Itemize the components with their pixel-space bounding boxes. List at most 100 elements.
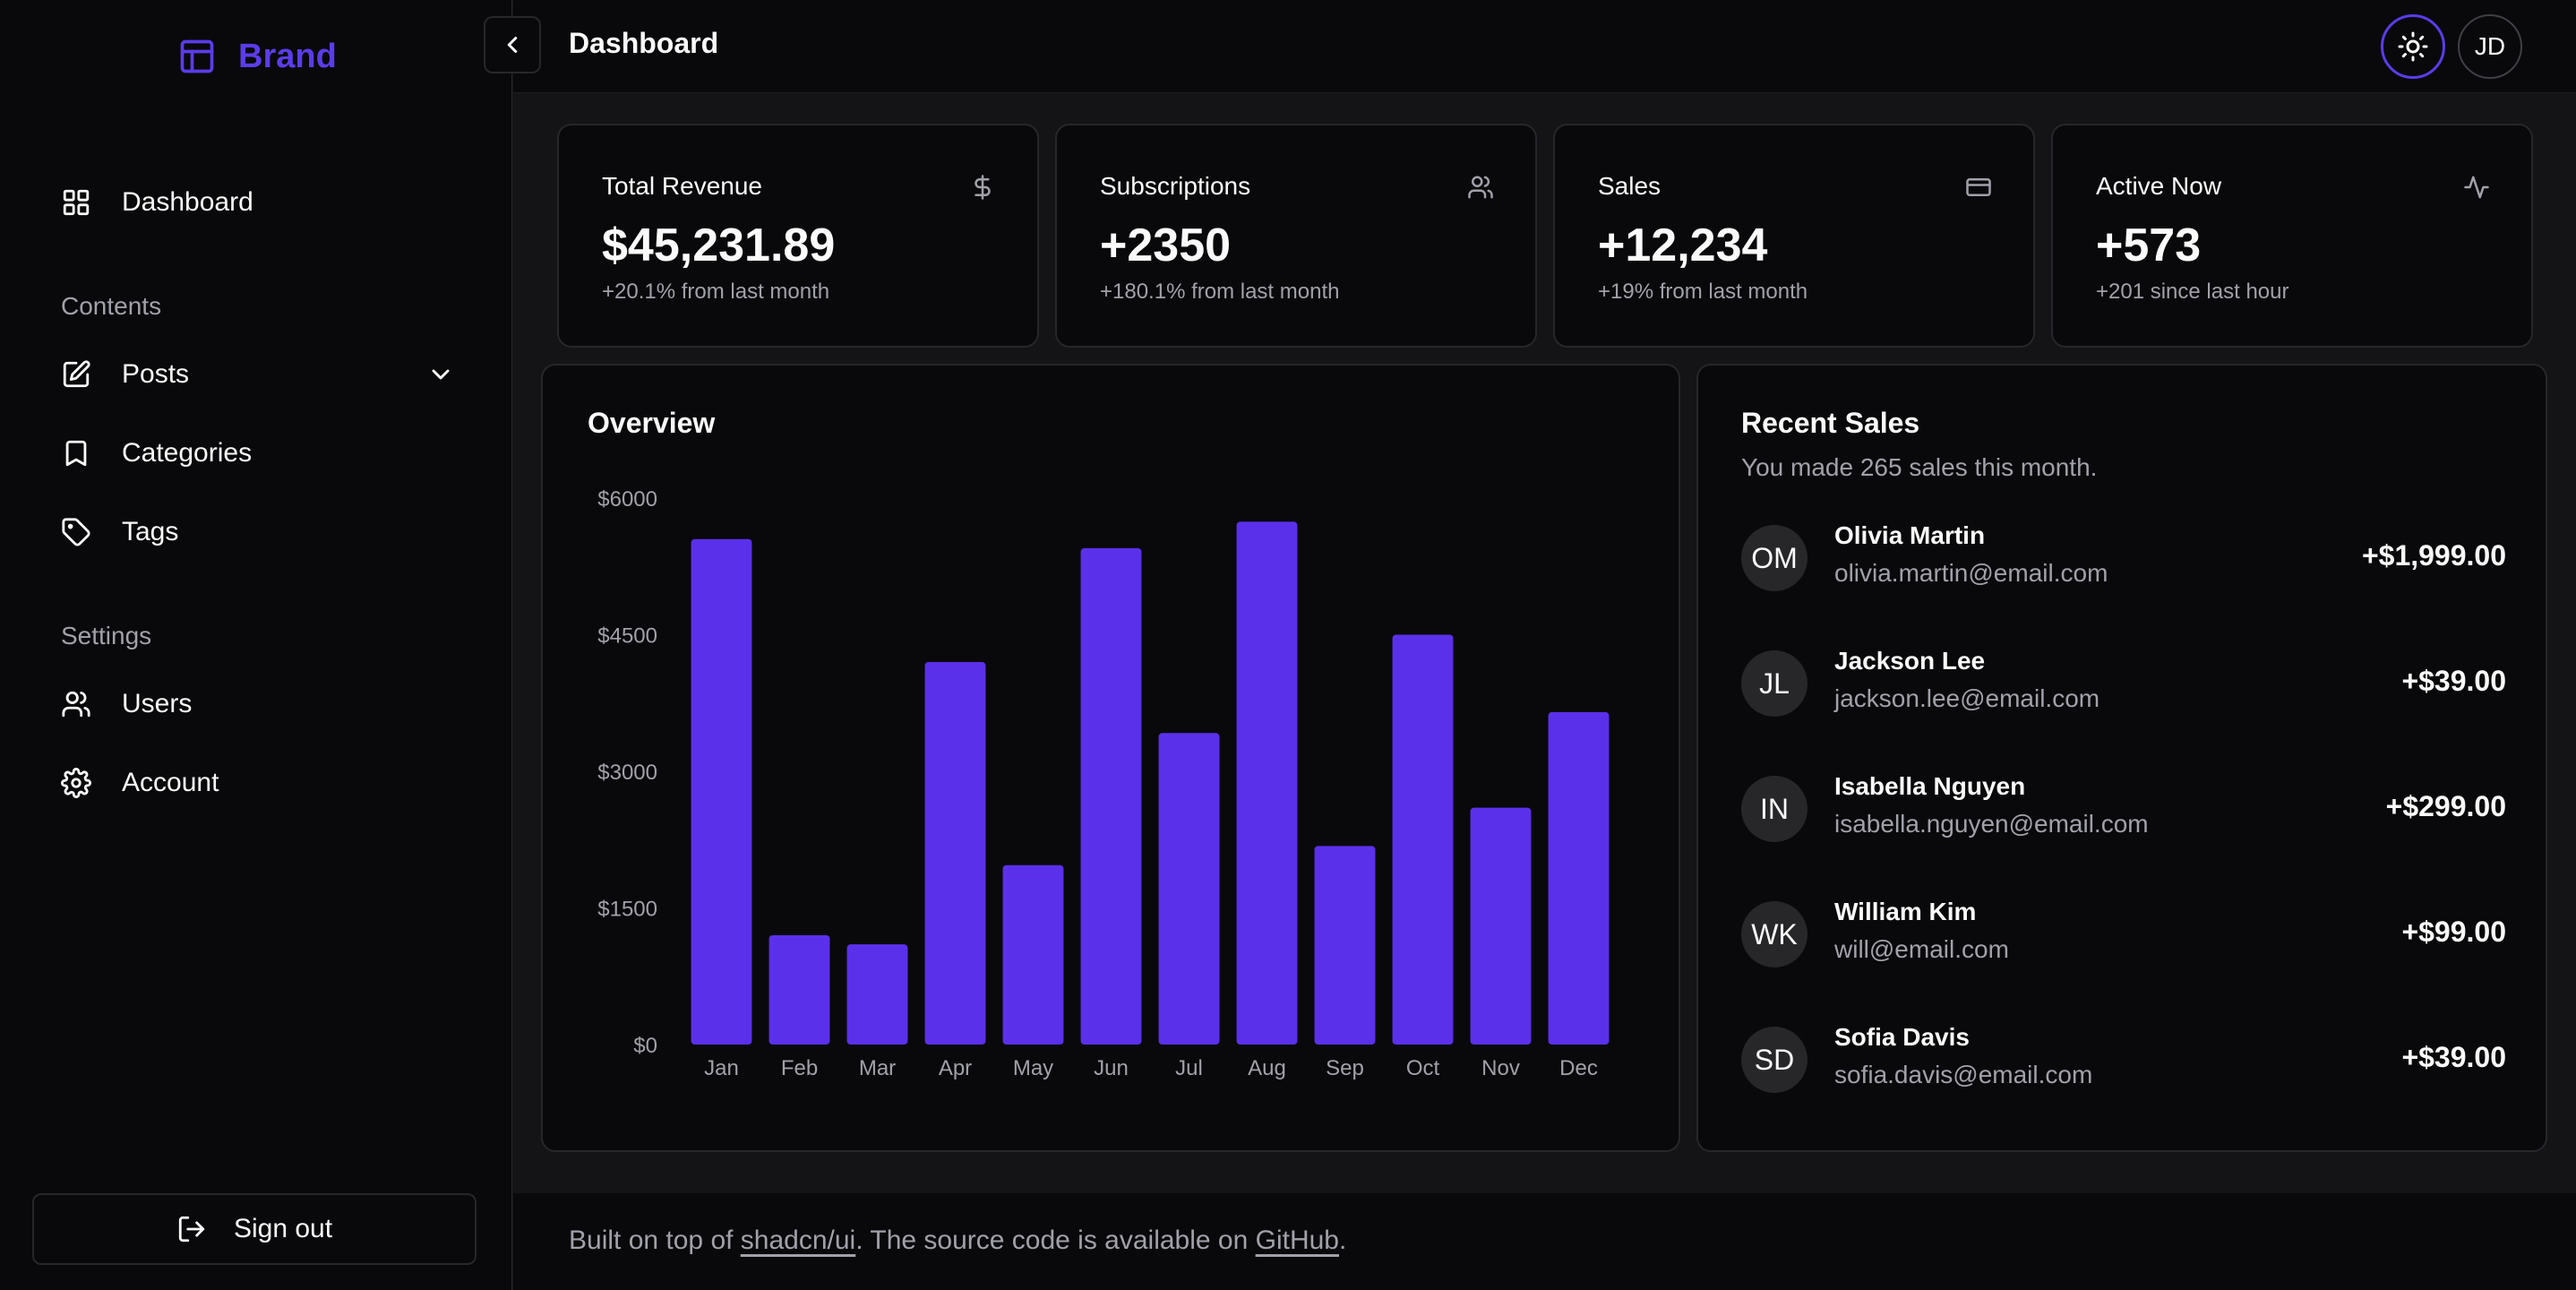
overview-bar-chart: $0 $1500 $3000 $4500 $6000 Jan Feb Mar Apr May Jun… bbox=[597, 487, 1610, 1080]
sale-row[interactable]: SD Sofia Davis sofia.davis@email.com +$3… bbox=[1741, 1023, 2506, 1098]
footer-text-after: . bbox=[1339, 1226, 1347, 1255]
bar-jul[interactable] bbox=[1158, 733, 1220, 1045]
sale-row[interactable]: JL Jackson Lee jackson.lee@email.com +$3… bbox=[1741, 647, 2506, 722]
bar-dec[interactable] bbox=[1548, 711, 1610, 1045]
stat-card-active-now: Active Now +573 +201 since last hour bbox=[2051, 124, 2533, 348]
x-tick-label: Jul bbox=[1175, 1056, 1203, 1080]
sidebar-item-posts[interactable]: Posts bbox=[61, 348, 455, 401]
stat-change: +19% from last month bbox=[1598, 280, 1808, 304]
customer-name: Isabella Nguyen bbox=[1834, 772, 2026, 800]
dollar-icon bbox=[969, 174, 996, 201]
sidebar-item-label: Posts bbox=[122, 359, 190, 389]
sidebar-item-users[interactable]: Users bbox=[61, 677, 455, 731]
stat-card-subscriptions: Subscriptions +2350 +180.1% from last mo… bbox=[1055, 124, 1537, 348]
top-header: Dashboard JD bbox=[484, 0, 2576, 93]
section-heading-settings: Settings bbox=[61, 622, 152, 649]
layout-icon bbox=[177, 37, 217, 76]
stat-title: Total Revenue bbox=[602, 172, 763, 200]
footer-text-before: Built on top of bbox=[569, 1226, 741, 1255]
sidebar-item-label: Tags bbox=[122, 517, 179, 546]
bar-jan[interactable] bbox=[691, 538, 752, 1045]
stat-title: Active Now bbox=[2096, 172, 2222, 200]
user-avatar-button[interactable]: JD bbox=[2458, 14, 2522, 79]
bar-jun[interactable] bbox=[1080, 547, 1142, 1045]
y-tick-label: $0 bbox=[633, 1034, 657, 1058]
avatar: OM bbox=[1741, 525, 1807, 591]
collapse-sidebar-button[interactable] bbox=[484, 16, 541, 73]
recent-sales-title: Recent Sales bbox=[1741, 407, 1920, 439]
bar-nov[interactable] bbox=[1470, 807, 1532, 1045]
x-tick-label: May bbox=[1013, 1056, 1053, 1080]
customer-name: William Kim bbox=[1834, 898, 1977, 925]
x-tick-label: Apr bbox=[939, 1056, 972, 1080]
sign-out-button[interactable]: Sign out bbox=[32, 1193, 477, 1265]
stat-value: +12,234 bbox=[1598, 219, 1768, 271]
stat-value: +2350 bbox=[1100, 219, 1232, 271]
customer-email: will@email.com bbox=[1834, 935, 2009, 963]
bar-sep[interactable] bbox=[1314, 846, 1376, 1045]
log-out-icon bbox=[176, 1214, 207, 1244]
customer-name: Jackson Lee bbox=[1834, 647, 1986, 675]
sale-amount: +$299.00 bbox=[2385, 790, 2506, 822]
x-tick-label: Oct bbox=[1406, 1056, 1440, 1080]
credit-card-icon bbox=[1965, 174, 1992, 201]
sidebar-item-dashboard[interactable]: Dashboard bbox=[61, 176, 455, 229]
sale-amount: +$99.00 bbox=[2401, 916, 2506, 948]
bar-apr[interactable] bbox=[924, 662, 986, 1045]
bar-aug[interactable] bbox=[1236, 521, 1298, 1045]
stat-change: +180.1% from last month bbox=[1100, 280, 1340, 304]
recent-sales-card: Recent Sales You made 265 sales this mon… bbox=[1696, 364, 2547, 1152]
footer: Built on top of shadcn/ui. The source co… bbox=[513, 1193, 2576, 1290]
avatar: WK bbox=[1741, 901, 1807, 968]
y-tick-label: $3000 bbox=[597, 761, 657, 785]
x-tick-label: Sep bbox=[1326, 1056, 1364, 1080]
chevron-left-icon bbox=[499, 31, 526, 58]
recent-sales-subtitle: You made 265 sales this month. bbox=[1741, 453, 2098, 481]
bar-mar[interactable] bbox=[846, 944, 908, 1045]
x-tick-label: Aug bbox=[1248, 1056, 1286, 1080]
grid-icon bbox=[61, 187, 91, 218]
sale-row[interactable]: IN Isabella Nguyen isabella.nguyen@email… bbox=[1741, 772, 2506, 847]
shadcn-link[interactable]: shadcn/ui bbox=[741, 1226, 855, 1255]
sidebar-item-tags[interactable]: Tags bbox=[61, 505, 455, 559]
x-tick-label: Feb bbox=[781, 1056, 818, 1080]
sun-icon bbox=[2397, 30, 2429, 63]
brand-logo[interactable]: Brand bbox=[177, 34, 337, 79]
stat-change: +201 since last hour bbox=[2096, 280, 2289, 304]
customer-email: isabella.nguyen@email.com bbox=[1834, 810, 2149, 838]
sidebar-item-categories[interactable]: Categories bbox=[61, 426, 455, 480]
stat-card-sales: Sales +12,234 +19% from last month bbox=[1553, 124, 2035, 348]
sidebar-item-label: Users bbox=[122, 689, 193, 718]
customer-email: sofia.davis@email.com bbox=[1834, 1061, 2093, 1088]
brand-name: Brand bbox=[238, 37, 337, 75]
overview-card: Overview $0 $1500 $3000 $4500 $6000 Jan Feb Mar… bbox=[541, 364, 1680, 1152]
stat-card-total-revenue: Total Revenue $45,231.89 +20.1% from las… bbox=[557, 124, 1039, 348]
github-link[interactable]: GitHub bbox=[1256, 1226, 1339, 1255]
gear-icon bbox=[61, 768, 91, 798]
y-tick-label: $4500 bbox=[597, 624, 657, 649]
sale-amount: +$39.00 bbox=[2401, 1041, 2506, 1073]
customer-email: olivia.martin@email.com bbox=[1834, 559, 2108, 587]
theme-toggle-button[interactable] bbox=[2381, 14, 2445, 79]
bar-oct[interactable] bbox=[1392, 634, 1454, 1045]
stat-value: +573 bbox=[2096, 219, 2202, 271]
x-tick-label: Dec bbox=[1559, 1056, 1598, 1080]
footer-text-middle: . The source code is available on bbox=[855, 1226, 1256, 1255]
customer-email: jackson.lee@email.com bbox=[1834, 684, 2100, 712]
sale-row[interactable]: OM Olivia Martin olivia.martin@email.com… bbox=[1741, 521, 2506, 597]
x-tick-label: Mar bbox=[859, 1056, 896, 1080]
tag-icon bbox=[61, 517, 91, 547]
section-heading-contents: Contents bbox=[61, 292, 162, 320]
sidebar-item-label: Categories bbox=[122, 438, 253, 468]
sale-amount: +$39.00 bbox=[2401, 665, 2506, 697]
x-tick-label: Nov bbox=[1481, 1056, 1520, 1080]
activity-icon bbox=[2463, 174, 2490, 201]
avatar: JL bbox=[1741, 650, 1807, 717]
sidebar-item-account[interactable]: Account bbox=[61, 756, 455, 810]
avatar: SD bbox=[1741, 1027, 1807, 1093]
stat-title: Subscriptions bbox=[1100, 172, 1251, 200]
bar-may[interactable] bbox=[1002, 864, 1064, 1045]
chevron-down-icon[interactable] bbox=[426, 360, 455, 389]
sale-row[interactable]: WK William Kim will@email.com +$99.00 bbox=[1741, 898, 2506, 973]
bar-feb[interactable] bbox=[769, 935, 830, 1045]
